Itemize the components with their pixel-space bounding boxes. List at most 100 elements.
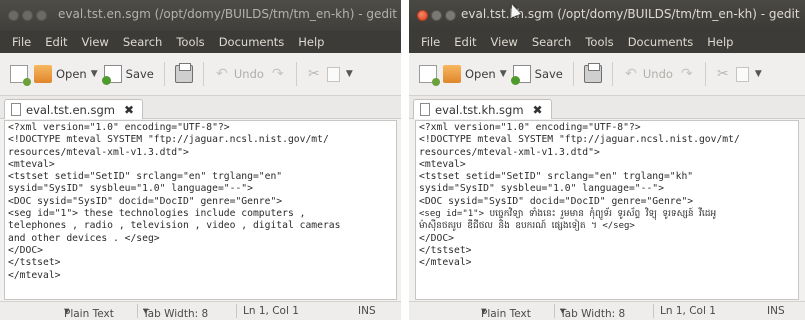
save-label: Save (534, 67, 563, 81)
save-icon (510, 65, 531, 85)
close-tab-icon[interactable]: ✖ (124, 103, 134, 117)
folder-icon (34, 65, 52, 83)
code-line: <tstset setid="SetID" srclang="en" trgla… (419, 171, 694, 183)
document-tab[interactable]: eval.tst.en.sgm ✖ (4, 99, 144, 119)
code-line: and other devices . </seg> (8, 232, 160, 244)
gedit-window-khmer: eval.tst.kh.sgm (/opt/domy/BUILDS/tm/tm_… (409, 0, 805, 320)
toolbar-separator (163, 62, 165, 86)
menu-file[interactable]: File (421, 35, 440, 49)
cut-button[interactable]: ✂ (307, 65, 321, 83)
print-button[interactable] (174, 63, 193, 83)
copy-button[interactable] (326, 66, 340, 82)
minimize-window-icon[interactable] (22, 10, 33, 21)
copy-icon (735, 66, 749, 82)
close-window-icon[interactable] (417, 10, 428, 21)
redo-button[interactable]: ↷ (679, 67, 695, 81)
copy-button[interactable] (735, 66, 749, 82)
language-selector[interactable]: Plain Text ▾ (64, 305, 114, 320)
undo-label: Undo (233, 67, 264, 81)
tab-label: eval.tst.en.sgm (26, 102, 115, 117)
status-separator (554, 304, 555, 318)
editor-content: <?xml version="1.0" encoding="UTF-8"?> <… (5, 121, 396, 282)
status-separator (653, 304, 654, 318)
close-window-icon[interactable] (8, 10, 19, 21)
print-button[interactable] (583, 63, 602, 83)
document-tab[interactable]: eval.tst.kh.sgm ✖ (413, 99, 552, 119)
save-icon (101, 65, 122, 85)
chevron-down-icon[interactable]: ▼ (91, 69, 98, 79)
menu-edit[interactable]: Edit (45, 35, 67, 49)
menu-view[interactable]: View (491, 35, 518, 49)
document-icon (420, 103, 430, 116)
code-line: sysid="SysID" sysbleu="1.0" language="--… (8, 183, 253, 195)
cut-button[interactable]: ✂ (716, 65, 730, 83)
code-line: <tstset setid="SetID" srclang="en" trgla… (8, 171, 283, 183)
open-label: Open (465, 67, 496, 81)
save-button[interactable]: Save (510, 65, 563, 85)
menu-documents[interactable]: Documents (219, 35, 285, 49)
code-line: ម៉ាស៊ីនថតរូប ឌីជីថល និង ឧបករណ៍ ផ្សេងទៀត … (419, 221, 635, 232)
status-bar: Plain Text ▾ Tab Width: 8 ▾ Ln 1, Col 1 … (0, 301, 401, 320)
save-button[interactable]: Save (101, 65, 154, 85)
status-bar: Plain Text ▾ Tab Width: 8 ▾ Ln 1, Col 1 … (409, 301, 805, 320)
menu-bar: File Edit View Search Tools Documents He… (409, 31, 805, 53)
maximize-window-icon[interactable] (36, 10, 47, 21)
undo-button[interactable]: ↶ Undo (623, 67, 673, 81)
open-button[interactable]: Open ▼ (443, 65, 507, 83)
document-icon (11, 103, 21, 116)
menu-bar: File Edit View Search Tools Documents He… (0, 31, 401, 53)
title-bar[interactable]: eval.tst.kh.sgm (/opt/domy/BUILDS/tm/tm_… (409, 0, 805, 31)
tab-width-selector[interactable]: Tab Width: 8 ▾ (143, 305, 208, 320)
toolbar-overflow[interactable]: ▼ (755, 69, 762, 79)
new-document-icon (419, 65, 440, 86)
text-editor[interactable]: <?xml version="1.0" encoding="UTF-8"?> <… (4, 120, 397, 300)
menu-documents[interactable]: Documents (628, 35, 694, 49)
new-button[interactable] (10, 65, 31, 86)
open-label: Open (56, 67, 87, 81)
code-line: </mteval> (8, 269, 61, 281)
folder-icon (443, 65, 461, 83)
menu-file[interactable]: File (12, 35, 31, 49)
minimize-window-icon[interactable] (431, 10, 442, 21)
code-line: <!DOCTYPE mteval SYSTEM "ftp://jaguar.nc… (8, 134, 329, 146)
toolbar: Open ▼ Save ↶ Undo ↷ ✂ ▼ (0, 53, 401, 96)
code-line: <mteval> (8, 158, 55, 170)
menu-search[interactable]: Search (123, 35, 163, 49)
menu-view[interactable]: View (82, 35, 109, 49)
menu-help[interactable]: Help (707, 35, 733, 49)
menu-help[interactable]: Help (298, 35, 324, 49)
chevron-down-icon: ▼ (345, 69, 353, 79)
text-editor[interactable]: <?xml version="1.0" encoding="UTF-8"?> <… (415, 120, 799, 300)
undo-button[interactable]: ↶ Undo (214, 67, 264, 81)
cursor-position: Ln 1, Col 1 (660, 305, 716, 317)
toolbar-overflow[interactable]: ▼ (346, 69, 353, 79)
new-button[interactable] (419, 65, 440, 86)
code-line: </tstset> (8, 257, 61, 269)
code-line: </DOC> (8, 244, 43, 256)
editor-content: <?xml version="1.0" encoding="UTF-8"?> <… (416, 121, 798, 270)
code-line: sysid="SysID" sysbleu="1.0" language="--… (419, 183, 664, 195)
toolbar: Open ▼ Save ↶ Undo ↷ ✂ ▼ (409, 53, 805, 96)
code-line: <?xml version="1.0" encoding="UTF-8"?> (8, 122, 230, 133)
printer-icon (174, 63, 193, 83)
code-line: </mteval> (419, 257, 472, 269)
menu-tools[interactable]: Tools (585, 35, 613, 49)
redo-button[interactable]: ↷ (270, 66, 286, 82)
menu-search[interactable]: Search (532, 35, 572, 49)
toolbar-separator (704, 62, 706, 86)
menu-tools[interactable]: Tools (176, 35, 204, 49)
code-line: resources/mteval-xml-v1.3.dtd"> (419, 146, 600, 158)
maximize-window-icon[interactable] (445, 10, 456, 21)
cursor-position: Ln 1, Col 1 (243, 305, 299, 317)
title-bar[interactable]: eval.tst.en.sgm (/opt/domy/BUILDS/tm/tm_… (0, 0, 401, 31)
open-button[interactable]: Open ▼ (34, 65, 98, 83)
status-separator (236, 304, 237, 318)
code-line: <DOC sysid="SysID" docid="DocID" genre="… (8, 195, 283, 207)
tab-width-selector[interactable]: Tab Width: 8 ▾ (560, 305, 625, 320)
chevron-down-icon[interactable]: ▼ (500, 69, 507, 79)
close-tab-icon[interactable]: ✖ (533, 103, 543, 117)
language-selector[interactable]: Plain Text ▾ (481, 305, 531, 320)
undo-icon: ↶ (216, 66, 228, 82)
menu-edit[interactable]: Edit (454, 35, 476, 49)
redo-icon: ↷ (272, 66, 284, 82)
